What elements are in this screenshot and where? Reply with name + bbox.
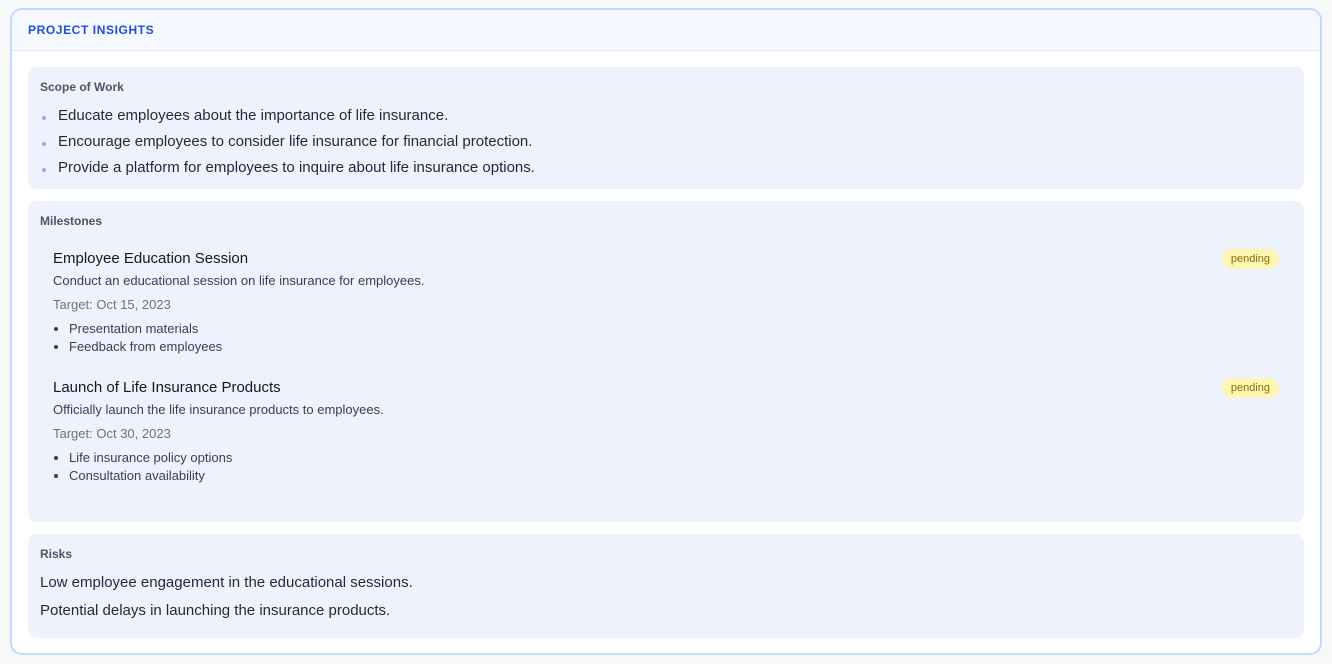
milestone-title: Launch of Life Insurance Products [53,379,281,396]
deliverable-item: Life insurance policy options [69,449,1279,467]
deliverables-list: Life insurance policy options Consultati… [53,449,1279,485]
deliverable-item: Presentation materials [69,320,1279,338]
risks-section-title: Risks [40,547,73,561]
panel-body: Scope of Work Educate employees about th… [12,51,1320,638]
scope-item-text: Educate employees about the importance o… [58,106,449,124]
scope-item-text: Encourage employees to consider life ins… [58,132,533,150]
deliverable-item: Feedback from employees [69,338,1279,356]
deliverable-item: Consultation availability [69,467,1279,485]
deliverables-list: Presentation materials Feedback from emp… [53,320,1279,356]
scope-item-text: Provide a platform for employees to inqu… [58,158,535,176]
scope-of-work-section: Scope of Work Educate employees about th… [28,67,1304,189]
risks-section: Risks Low employee engagement in the edu… [28,534,1304,638]
risks-list: Low employee engagement in the education… [40,569,1292,625]
risk-item: Low employee engagement in the education… [40,574,413,591]
panel-title: PROJECT INSIGHTS [28,23,155,37]
milestones-section: Milestones Employee Education Session pe… [28,201,1304,522]
milestone-description: Conduct an educational session on life i… [53,273,425,288]
milestone-description: Officially launch the life insurance pro… [53,402,384,417]
bullet-dot-icon [42,167,46,172]
milestones-section-title: Milestones [40,214,103,228]
risk-item: Potential delays in launching the insura… [40,602,391,619]
milestone-target-date: Target: Oct 30, 2023 [53,426,171,441]
scope-list: Educate employees about the importance o… [40,102,1292,180]
milestone-item: Employee Education Session pending Condu… [40,249,1292,356]
scope-section-title: Scope of Work [40,80,124,94]
milestone-target-date: Target: Oct 15, 2023 [53,297,171,312]
status-badge: pending [1221,249,1279,269]
scope-item: Provide a platform for employees to inqu… [40,154,1292,180]
panel-header: PROJECT INSIGHTS [12,10,1320,51]
milestone-title: Employee Education Session [53,250,249,267]
project-insights-panel: PROJECT INSIGHTS Scope of Work Educate e… [10,8,1322,655]
bullet-dot-icon [42,115,46,120]
scope-item: Educate employees about the importance o… [40,102,1292,128]
bullet-dot-icon [42,141,46,146]
milestone-item: Launch of Life Insurance Products pendin… [40,378,1292,485]
status-badge: pending [1221,378,1279,398]
scope-item: Encourage employees to consider life ins… [40,128,1292,154]
